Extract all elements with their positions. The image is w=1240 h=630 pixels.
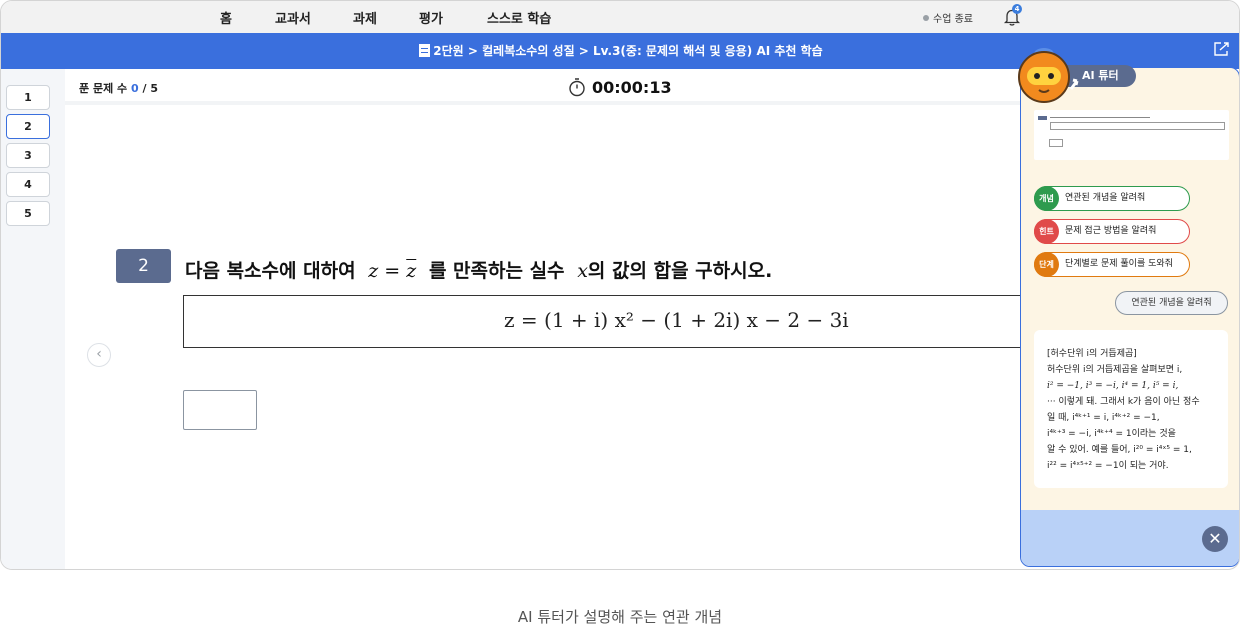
question-tab-2[interactable]: 2 xyxy=(6,114,50,139)
chip-hint-tag: 힌트 xyxy=(1034,219,1059,244)
prev-question-button[interactable]: ‹ xyxy=(87,343,111,367)
robot-mascot-icon xyxy=(1009,48,1079,103)
chip-step-label: 단계별로 문제 풀이를 도와줘 xyxy=(1065,259,1173,269)
question-number-badge: 2 xyxy=(116,249,171,283)
question-text-1: 다음 복소수에 대하여 xyxy=(185,260,356,282)
equation-box: z = (1 + i) x² − (1 + 2i) x − 2 − 3i xyxy=(183,295,1043,348)
question-tab-3[interactable]: 3 xyxy=(6,143,50,168)
question-tab-4[interactable]: 4 xyxy=(6,172,50,197)
solved-value: 0 xyxy=(130,82,139,95)
answer-line-5: i⁴ᵏ⁺³ = −i, i⁴ᵏ⁺⁴ = 1이라는 것을 xyxy=(1047,429,1176,439)
nav-self-study[interactable]: 스스로 학습 xyxy=(487,8,551,27)
answer-line-3: ··· 이렇게 돼. 그래서 k가 음이 아닌 정수 xyxy=(1047,397,1200,407)
ai-answer-card: [허수단위 i의 거듭제곱] 허수단위 i의 거듭제곱을 살펴보면 i, i² … xyxy=(1034,330,1228,488)
question-tab-1[interactable]: 1 xyxy=(6,85,50,110)
answer-line-7: i²² = i⁴ˣ⁵⁺² = −1이 되는 거야. xyxy=(1047,461,1169,471)
question-text-3: 의 값의 합을 구하시오. xyxy=(587,260,773,282)
solved-total: / 5 xyxy=(142,82,158,95)
breadcrumb-text: 2단원 > 컬레복소수의 성질 > Lv.3(중: 문제의 해석 및 응용) A… xyxy=(433,44,823,58)
answer-line-6: 알 수 있어. 예를 들어, i²⁰ = i⁴ˣ⁵ = 1, xyxy=(1047,445,1192,455)
chip-concept-tag: 개념 xyxy=(1034,186,1059,211)
timer-value: 00:00:13 xyxy=(592,77,672,97)
chip-step[interactable]: 단계 단계별로 문제 풀이를 도와줘 xyxy=(1034,252,1190,277)
solved-count: 푼 문제 수 0 / 5 xyxy=(79,80,158,96)
equation: z = (1 + i) x² − (1 + 2i) x − 2 − 3i xyxy=(504,308,849,332)
question-text: 다음 복소수에 대하여 z = z 를 만족하는 실수 x의 값의 합을 구하시… xyxy=(185,256,772,283)
solved-label: 푼 문제 수 xyxy=(79,82,128,95)
nav-evaluation[interactable]: 평가 xyxy=(419,8,443,27)
app-window: 홈 교과서 과제 평가 스스로 학습 수업 종료 4 2단원 > 컬레복소수의 … xyxy=(0,0,1240,570)
math-x: x xyxy=(571,260,588,282)
nav-assignment[interactable]: 과제 xyxy=(353,8,377,27)
answer-input[interactable] xyxy=(183,390,257,430)
close-ai-tutor-button[interactable]: ✕ xyxy=(1202,526,1228,552)
exit-icon[interactable] xyxy=(1213,41,1231,57)
nav-home[interactable]: 홈 xyxy=(220,8,232,27)
chip-concept-label: 연관된 개념을 알려줘 xyxy=(1065,193,1146,203)
top-nav: 홈 교과서 과제 평가 스스로 학습 수업 종료 4 xyxy=(1,1,1239,33)
figure-caption: AI 튜터가 설명해 주는 연관 개념 xyxy=(517,608,723,626)
chip-hint[interactable]: 힌트 문제 접근 방법을 알려줘 xyxy=(1034,219,1190,244)
answer-line-2: i² = −1, i³ = −i, i⁴ = 1, i⁵ = i, xyxy=(1047,381,1179,391)
status-dot-icon xyxy=(923,14,929,21)
divider xyxy=(65,101,1025,105)
chip-hint-label: 문제 접근 방법을 알려줘 xyxy=(1065,226,1157,236)
chip-step-tag: 단계 xyxy=(1034,252,1059,277)
question-thumbnail[interactable] xyxy=(1034,110,1229,160)
end-class-button[interactable]: 수업 종료 xyxy=(923,10,973,25)
document-icon xyxy=(419,44,431,57)
question-text-2: 를 만족하는 실수 xyxy=(428,260,565,282)
answer-line-1: 허수단위 i의 거듭제곱을 살펴보면 i, xyxy=(1047,365,1183,375)
notification-badge: 4 xyxy=(1012,4,1022,14)
timer: 00:00:13 xyxy=(568,77,672,97)
math-z-eq-zbar: z = z xyxy=(362,260,417,282)
end-class-label: 수업 종료 xyxy=(933,14,973,25)
nav-textbook[interactable]: 교과서 xyxy=(275,8,311,27)
question-tab-5[interactable]: 5 xyxy=(6,201,50,226)
user-message-bubble: 연관된 개념을 알려줘 xyxy=(1115,291,1228,315)
answer-heading: [허수단위 i의 거듭제곱] xyxy=(1047,349,1137,359)
stopwatch-icon xyxy=(569,78,585,97)
chip-concept[interactable]: 개념 연관된 개념을 알려줘 xyxy=(1034,186,1190,211)
answer-line-4: 일 때, i⁴ᵏ⁺¹ = i, i⁴ᵏ⁺² = −1, xyxy=(1047,413,1160,423)
